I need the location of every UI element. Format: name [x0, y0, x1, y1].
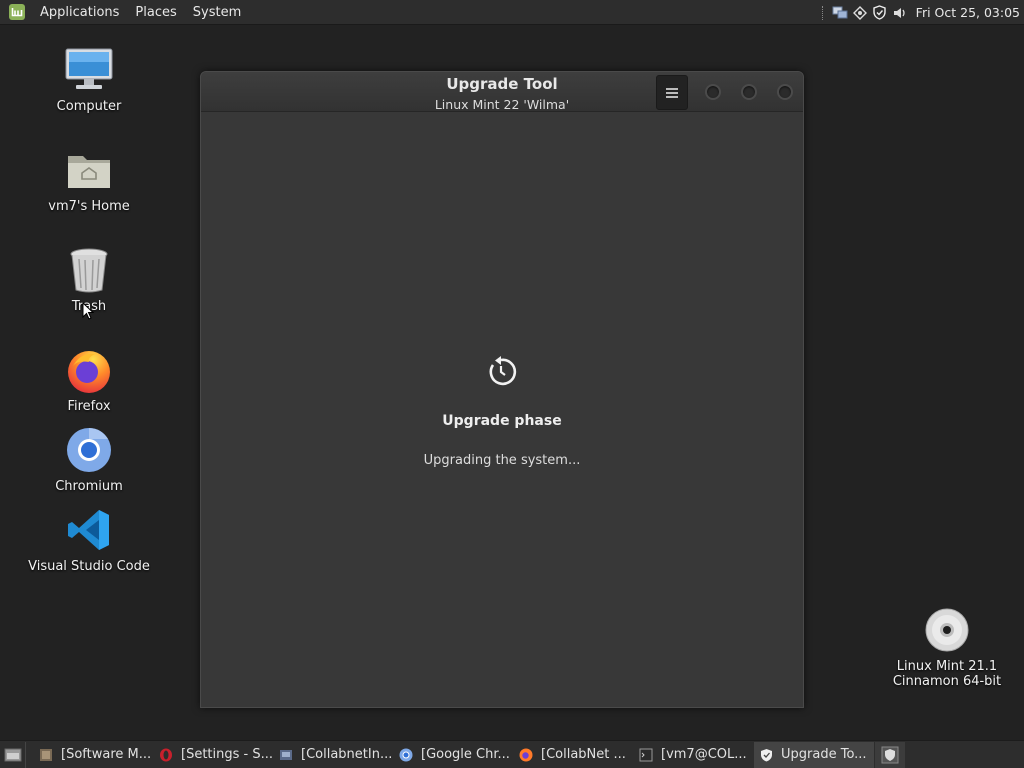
- desktop-icon-label: Chromium: [55, 479, 123, 494]
- disc-icon: [921, 605, 973, 655]
- system-menu[interactable]: System: [185, 5, 249, 20]
- task-label: [Settings - S...: [181, 747, 273, 762]
- task-collabnet-firefox[interactable]: [CollabNet ...: [514, 742, 634, 768]
- desktop-icon-firefox[interactable]: Firefox: [24, 345, 154, 414]
- desktop-icon-label: Firefox: [67, 399, 111, 414]
- desktop-icon-label: Visual Studio Code: [28, 559, 150, 574]
- close-button[interactable]: [777, 84, 793, 100]
- task-label: [vm7@COL...: [661, 747, 747, 762]
- desktop-icon-label: Computer: [56, 99, 122, 114]
- tray-update-manager-button[interactable]: [875, 741, 905, 768]
- software-manager-icon: [38, 747, 54, 763]
- applications-menu[interactable]: Applications: [32, 5, 127, 20]
- phase-title: Upgrade phase: [442, 413, 562, 429]
- hamburger-menu-button[interactable]: [656, 75, 688, 110]
- clock[interactable]: Fri Oct 25, 03:05: [916, 5, 1020, 20]
- upgrade-phase-icon: [484, 355, 518, 389]
- phase-status: Upgrading the system...: [423, 453, 581, 468]
- task-label: [Software M...: [61, 747, 152, 762]
- task-terminal[interactable]: [vm7@COL...: [634, 742, 754, 768]
- desktop-icon-vscode[interactable]: Visual Studio Code: [24, 505, 154, 574]
- desktop-icon-chromium[interactable]: Chromium: [24, 425, 154, 494]
- volume-icon[interactable]: [892, 5, 908, 21]
- task-software-manager[interactable]: [Software M...: [34, 742, 154, 768]
- desktop-icon-computer[interactable]: Computer: [24, 45, 154, 114]
- system-tray: Fri Oct 25, 03:05: [816, 0, 1024, 25]
- task-label: Upgrade To...: [781, 747, 867, 762]
- task-label: [Google Chr...: [421, 747, 510, 762]
- task-settings[interactable]: [Settings - S...: [154, 742, 274, 768]
- firefox-icon: [63, 345, 115, 395]
- desktop-icon-disc[interactable]: Linux Mint 21.1 Cinnamon 64-bit: [882, 605, 1012, 689]
- window-titlebar[interactable]: Upgrade Tool Linux Mint 22 'Wilma': [201, 72, 803, 112]
- bottom-taskbar: [Software M... [Settings - S... [Collabn…: [0, 740, 1024, 768]
- hamburger-icon: [666, 87, 678, 98]
- trash-icon: [63, 245, 115, 295]
- home-folder-icon: [63, 145, 115, 195]
- terminal-icon: [638, 747, 654, 763]
- show-desktop-icon: [4, 748, 21, 761]
- installer-icon: [278, 747, 294, 763]
- mint-menu-icon[interactable]: [6, 2, 28, 22]
- network-status-icon[interactable]: [852, 5, 868, 21]
- computer-icon: [63, 45, 115, 95]
- places-menu[interactable]: Places: [127, 5, 184, 20]
- network-icon[interactable]: [832, 5, 848, 21]
- tray-separator: [821, 5, 824, 20]
- firefox-icon: [518, 747, 534, 763]
- task-upgrade-tool[interactable]: Upgrade To...: [754, 741, 874, 768]
- opera-icon: [158, 747, 174, 763]
- mouse-cursor: [82, 301, 95, 324]
- show-desktop-button[interactable]: [0, 741, 26, 768]
- task-collabnet-installer[interactable]: [CollabnetIn...: [274, 742, 394, 768]
- task-label: [CollabnetIn...: [301, 747, 393, 762]
- desktop-icon-home[interactable]: vm7's Home: [24, 145, 154, 214]
- task-label: [CollabNet ...: [541, 747, 626, 762]
- update-manager-icon: [881, 746, 899, 763]
- desktop-icon-label-line1: Linux Mint 21.1: [896, 659, 998, 674]
- minimize-button[interactable]: [705, 84, 721, 100]
- chromium-icon: [63, 425, 115, 475]
- shield-icon: [758, 747, 774, 763]
- maximize-button[interactable]: [741, 84, 757, 100]
- chrome-icon: [398, 747, 414, 763]
- desktop-icon-label-line2: Cinnamon 64-bit: [892, 674, 1002, 689]
- top-panel: Applications Places System Fri Oct 25, 0…: [0, 0, 1024, 25]
- vscode-icon: [63, 505, 115, 555]
- update-shield-icon[interactable]: [872, 5, 888, 21]
- desktop-icon-label: vm7's Home: [48, 199, 130, 214]
- task-google-chrome[interactable]: [Google Chr...: [394, 742, 514, 768]
- upgrade-tool-window: Upgrade Tool Linux Mint 22 'Wilma' Upgra…: [200, 71, 804, 708]
- window-content: Upgrade phase Upgrading the system...: [201, 113, 803, 707]
